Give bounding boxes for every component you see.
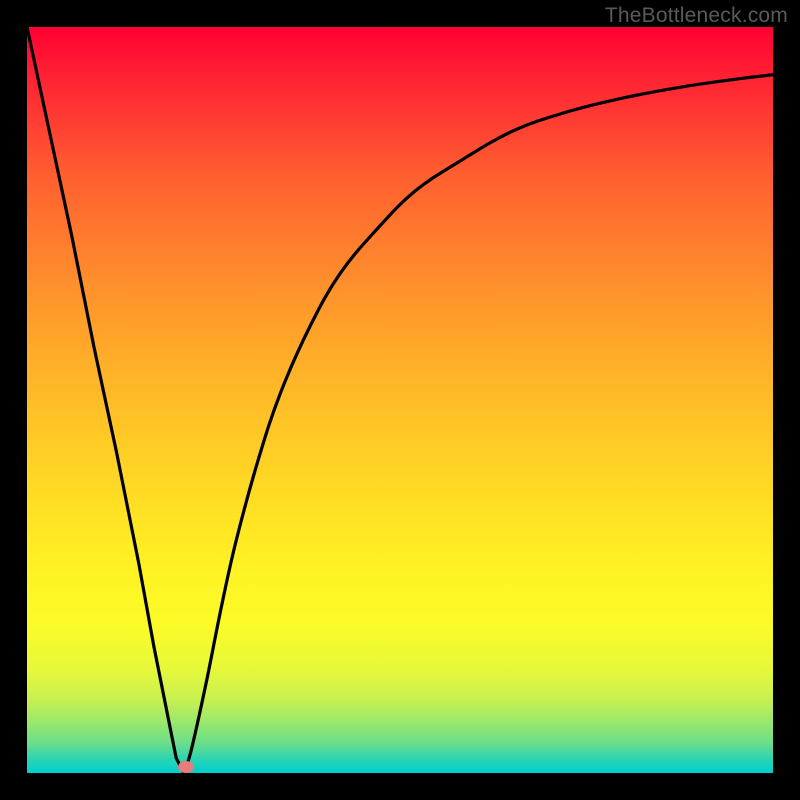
watermark-text: TheBottleneck.com <box>605 4 788 28</box>
plot-area <box>27 27 773 773</box>
chart-frame: TheBottleneck.com <box>0 0 800 800</box>
optimal-point-marker <box>178 761 194 773</box>
bottleneck-curve <box>27 27 773 773</box>
